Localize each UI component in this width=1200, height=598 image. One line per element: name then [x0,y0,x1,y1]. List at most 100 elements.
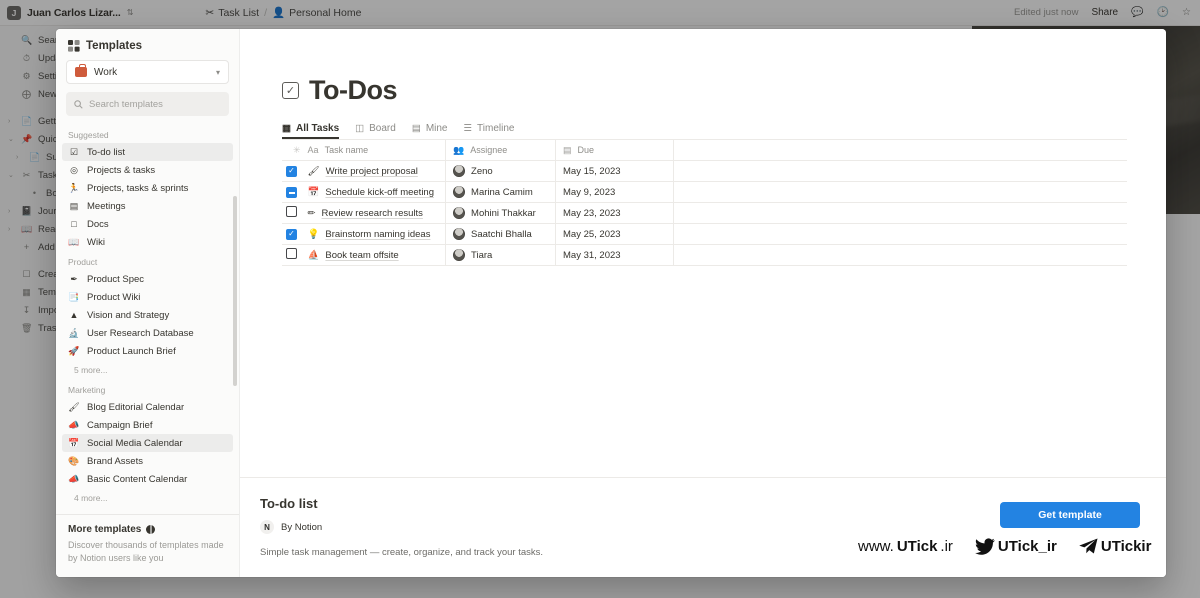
header-label: Task name [324,145,369,155]
templates-list-scroll[interactable]: Suggested ☑ To-do list ◎ Projects & tasks 🏃 Pr… [56,120,239,514]
show-more-link[interactable]: 5 more... [56,360,239,379]
cell-empty [673,181,1127,203]
calendar-icon: ▤ [563,144,572,155]
more-templates-footer[interactable]: More templates Discover thousands of tem… [56,513,239,577]
cell-assignee[interactable]: Saatchi Bhalla [445,223,556,245]
template-item-label: Vision and Strategy [87,309,170,321]
template-item-blog-editorial-calendar[interactable]: 🖌 Blog Editorial Calendar [62,398,233,416]
template-item-product-wiki[interactable]: 📑 Product Wiki [62,288,233,306]
template-item-icon: 🖌 [68,401,80,412]
tab-board[interactable]: ◫ Board [355,123,396,139]
template-item-icon: 📖 [68,236,80,247]
people-icon: 👥 [453,144,465,155]
template-item-social-media-calendar[interactable]: 📅 Social Media Calendar [62,434,233,452]
cell-task-name[interactable]: 📅 Schedule kick-off meeting [300,181,447,203]
task-checkbox[interactable]: ✓ [286,228,297,240]
template-item-icon: 🔬 [68,327,80,338]
tab-mine[interactable]: ▤ Mine [412,123,448,139]
cell-task-name[interactable]: ⛵ Book team offsite [300,244,447,266]
template-item-campaign-brief[interactable]: 📣 Campaign Brief [62,416,233,434]
templates-sidebar: Templates Work ▾ Search templates Sugges… [56,29,240,577]
twitter-icon [974,538,995,555]
cell-assignee[interactable]: Marina Camim [445,181,556,203]
table-row[interactable]: ✓ 💡 Brainstorm naming ideas Saatchi Bhalla M… [282,223,1127,245]
template-item-product-launch-brief[interactable]: 🚀 Product Launch Brief [62,342,233,360]
template-item-projects-tasks-sprints[interactable]: 🏃 Projects, tasks & sprints [62,179,233,197]
tab-all-tasks[interactable]: ▦ All Tasks [282,123,339,139]
cell-assignee[interactable]: Mohini Thakkar [445,202,556,224]
template-item-icon: 📣 [68,419,80,430]
cell-checkbox[interactable]: ✓ [282,160,301,182]
template-author-row: N By Notion [260,520,984,534]
avatar [453,249,466,261]
template-item-label: Projects, tasks & sprints [87,182,189,194]
show-more-link[interactable]: 4 more... [56,488,239,507]
due-date: May 31, 2023 [563,249,621,261]
cell-due[interactable]: May 9, 2023 [555,181,674,203]
templates-modal: Templates Work ▾ Search templates Sugges… [56,29,1166,577]
task-checkbox[interactable] [286,187,297,199]
task-name-text: Schedule kick-off meeting [325,186,434,198]
header-cell-select: ✳ [282,139,301,161]
cell-checkbox[interactable] [282,202,301,224]
template-item-vision-and-strategy[interactable]: ▲ Vision and Strategy [62,306,233,324]
template-item-brand-assets[interactable]: 🎨 Brand Assets [62,452,233,470]
sidebar-scrollbar[interactable] [233,196,237,386]
assignee-name: Saatchi Bhalla [471,228,532,240]
template-item-to-do-list[interactable]: ☑ To-do list [62,143,233,161]
text-type-icon: Aa [307,145,319,155]
cell-due[interactable]: May 15, 2023 [555,160,674,182]
template-item-docs[interactable]: □ Docs [62,215,233,233]
template-item-product-spec[interactable]: ✒ Product Spec [62,270,233,288]
cell-task-name[interactable]: 💡 Brainstorm naming ideas [300,223,447,245]
globe-icon [146,524,156,534]
table-row[interactable]: ⛵ Book team offsite Tiara May 31, 2023 [282,244,1127,266]
template-item-wiki[interactable]: 📖 Wiki [62,233,233,251]
cell-due[interactable]: May 23, 2023 [555,202,674,224]
templates-section-label: Product [68,257,98,267]
task-name-text: Write project proposal [325,165,418,177]
watermark: www. UTick .ir UTick_ir UTickir [858,538,1151,555]
table-row[interactable]: ✏ Review research results Mohini Thakkar Ma… [282,202,1127,224]
search-templates-input[interactable]: Search templates [66,92,229,116]
template-item-projects-tasks[interactable]: ◎ Projects & tasks [62,161,233,179]
cell-assignee[interactable]: Tiara [445,244,556,266]
header-cell-due[interactable]: ▤ Due [555,139,674,161]
template-item-icon: ☑ [69,146,79,157]
template-item-basic-content-calendar[interactable]: 📣 Basic Content Calendar [62,470,233,488]
briefcase-icon [75,64,87,77]
cell-empty [673,223,1127,245]
cell-due[interactable]: May 25, 2023 [555,223,674,245]
tab-timeline[interactable]: ☰ Timeline [464,123,515,139]
template-item-meetings[interactable]: ▤ Meetings [62,197,233,215]
cell-task-name[interactable]: ✏ Review research results [300,202,447,224]
template-item-icon: ▤ [69,200,79,211]
cell-assignee[interactable]: Zeno [445,160,556,182]
template-item-label: Basic Content Calendar [87,473,188,485]
templates-section-label: Marketing [68,385,106,395]
cell-checkbox[interactable] [282,244,301,266]
telegram-icon [1079,538,1098,555]
template-item-icon: 🎨 [68,455,80,466]
table-row[interactable]: 📅 Schedule kick-off meeting Marina Camim Ma… [282,181,1127,203]
table-row[interactable]: ✓ 🖌 Write project proposal Zeno May 15, 2023 [282,160,1127,182]
task-checkbox[interactable]: ✓ [286,165,297,177]
template-item-label: Product Wiki [87,291,141,303]
cell-checkbox[interactable] [282,181,301,203]
task-emoji-icon: 💡 [307,228,320,240]
template-item-user-research-database[interactable]: 🔬 User Research Database [62,324,233,342]
cell-checkbox[interactable]: ✓ [282,223,301,245]
get-template-button[interactable]: Get template [1000,502,1140,528]
more-templates-title: More templates [68,523,142,535]
assignee-name: Zeno [471,165,493,177]
workspace-category-select[interactable]: Work ▾ [66,60,229,84]
cell-due[interactable]: May 31, 2023 [555,244,674,266]
tab-label: Board [369,123,396,134]
telegram-handle: UTickir [1100,538,1152,555]
task-checkbox[interactable] [286,248,297,259]
task-checkbox[interactable] [286,206,297,217]
header-cell-assignee[interactable]: 👥 Assignee [445,139,556,161]
task-emoji-icon: ⛵ [307,249,320,261]
header-cell-task-name[interactable]: Aa Task name [300,139,447,161]
cell-task-name[interactable]: 🖌 Write project proposal [300,160,447,182]
